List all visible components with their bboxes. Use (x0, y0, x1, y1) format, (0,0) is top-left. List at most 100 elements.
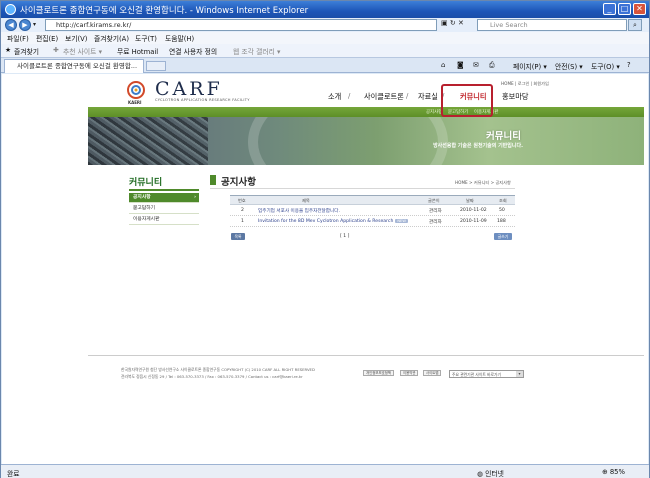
add-favorites-icon[interactable]: ✚ (53, 46, 59, 54)
title-divider (210, 188, 515, 189)
cmd-tools[interactable]: 도구(O) ▾ (591, 61, 620, 71)
cell-hits: 188 (497, 219, 506, 224)
close-button[interactable]: ✕ (633, 3, 646, 15)
col-number: 번호 (238, 198, 246, 203)
lnb-title: 커뮤니티 (129, 178, 163, 188)
menu-edit[interactable]: 편집(E) (36, 33, 58, 43)
table-row[interactable]: 2 입주기업 서포사 이용을 입주자전달합니다. 관리자 2010-11-02 … (230, 206, 515, 216)
lnb-item-label: 이용자게시판 (133, 217, 160, 222)
status-bar: 완료 ◍ 인터넷 ⊕ 85% (1, 464, 649, 478)
site-logo[interactable]: CARF CYCLOTRON APPLICATION RESEARCH FACI… (125, 78, 249, 105)
search-icon[interactable]: ⌕ (628, 19, 642, 31)
security-zone-label: 인터넷 (485, 470, 504, 478)
cell-writer: 관리자 (429, 220, 442, 225)
col-writer: 글쓴이 (428, 198, 440, 203)
footer-address-line1: 한국원자력연구원 첨단 방사선연구소 사이클로트론 종합연구동 COPYRIGH… (121, 367, 315, 372)
page-viewport: CARF CYCLOTRON APPLICATION RESEARCH FACI… (2, 74, 648, 464)
menu-view[interactable]: 보기(V) (65, 33, 87, 43)
table-row[interactable]: 1 Invitation for the 8D Mev Cyclotron Ap… (230, 217, 515, 227)
list-button[interactable]: 목록 (231, 233, 245, 240)
lnb-item-notice[interactable]: 공지사항 › (129, 193, 199, 203)
logo-subtitle: CYCLOTRON APPLICATION RESEARCH FACILITY (155, 98, 250, 102)
status-text: 완료 (7, 470, 20, 478)
menu-bar: 파일(F) 편집(E) 보기(V) 즐겨찾기(A) 도구(T) 도움말(H) (1, 32, 649, 44)
cell-subject[interactable]: 입주기업 서포사 이용을 입주자전달합니다. (258, 208, 340, 214)
forward-icon[interactable]: ▶ (19, 19, 31, 31)
zoom-level[interactable]: ⊕ 85% (602, 468, 625, 476)
sub-nav: 공지사항 묻고답하기 이용자게시판 (88, 107, 644, 117)
address-bar-row: ◀ ▶ ▾ http://carf.kirams.re.kr/ ▣ ↻ ✕ Li… (1, 18, 649, 32)
menu-favorites[interactable]: 즐겨찾기(A) (94, 33, 129, 43)
cell-number: 1 (241, 219, 244, 224)
lnb-divider (129, 189, 199, 191)
stop-icon[interactable]: ✕ (458, 19, 464, 27)
utility-links[interactable]: HOME | 로그인 | 회원가입 (501, 81, 549, 87)
help-icon[interactable]: ? (627, 61, 631, 69)
tab-carf[interactable]: 사이클로트론 종합연구동에 오신걸 환영합... (4, 59, 144, 73)
fav-hotmail[interactable]: 무료 Hotmail (117, 46, 158, 56)
favorites-button[interactable]: 즐겨찾기 (14, 46, 39, 56)
write-button[interactable]: 글쓰기 (494, 233, 512, 240)
new-tab-button[interactable] (146, 61, 166, 71)
lnb-item-label: 공지사항 (133, 195, 151, 200)
privacy-policy-button[interactable]: 개인정보보호정책 (363, 370, 394, 376)
footer-divider (88, 355, 644, 356)
logo-org: KAERI (128, 100, 142, 105)
feeds-icon[interactable]: ◙ (457, 61, 464, 69)
back-icon[interactable]: ◀ (5, 19, 17, 31)
gnb-archive[interactable]: 자료실 (418, 92, 438, 102)
fav-webslice[interactable]: 웹 조각 갤러리 ▾ (233, 46, 280, 56)
carf-logo-mark-icon (127, 81, 145, 99)
gnb-cyclotron[interactable]: 사이클로트론 (364, 92, 404, 102)
menu-help[interactable]: 도움말(H) (165, 33, 194, 43)
family-site-select[interactable]: 주요 관련기관 사이트 바로가기 ▾ (449, 370, 524, 378)
lnb-item-userboard[interactable]: 이용자게시판 (129, 215, 199, 225)
col-hits: 조회 (499, 198, 507, 203)
menu-file[interactable]: 파일(F) (7, 33, 29, 43)
print-icon[interactable]: ⎙ (489, 61, 494, 70)
lnb-item-qna[interactable]: 묻고답하기 (129, 204, 199, 214)
gnb-pr[interactable]: 홍보마당 (502, 92, 528, 102)
cell-subject[interactable]: Invitation for the 8D Mev Cyclotron Appl… (258, 219, 408, 224)
hero-banner: 커뮤니티 방사선융합 기술은 원천기술의 기반입니다. (88, 117, 644, 165)
subnav-notice[interactable]: 공지사항 (426, 109, 442, 115)
cell-hits: 50 (499, 208, 505, 213)
terms-button[interactable]: 이용약관 (400, 370, 419, 376)
refresh-icon[interactable]: ↻ (450, 19, 456, 27)
favorites-star-icon[interactable]: ★ (5, 46, 11, 54)
address-input[interactable]: http://carf.kirams.re.kr/ (45, 19, 437, 31)
hero-title: 커뮤니티 (486, 131, 521, 142)
gnb-sep: / (406, 92, 409, 100)
gnb-intro[interactable]: 소개 (328, 92, 341, 102)
compat-view-icon[interactable]: ▣ (441, 19, 448, 27)
hero-decoration (248, 117, 448, 165)
cell-writer: 관리자 (429, 209, 442, 214)
chevron-right-icon: › (194, 195, 196, 200)
active-menu-highlight (441, 84, 493, 117)
fav-suggested[interactable]: 추천 사이트 ▾ (63, 46, 102, 56)
cmd-page[interactable]: 페이지(P) ▾ (513, 61, 547, 71)
favorites-bar: ★ 즐겨찾기 ✚ 추천 사이트 ▾ 무료 Hotmail 연결 사용자 정의 웹… (1, 44, 649, 58)
footer-address-line2: 전라북도 정읍시 신정동 29 / Tel : 063-570-3373 / F… (121, 374, 303, 379)
zoom-value: 85% (609, 468, 625, 476)
maximize-button[interactable]: □ (618, 3, 631, 15)
mail-icon[interactable]: ✉ (473, 61, 479, 69)
menu-tools[interactable]: 도구(T) (135, 33, 157, 43)
security-zone[interactable]: ◍ 인터넷 (477, 468, 504, 478)
fav-customize[interactable]: 연결 사용자 정의 (169, 46, 217, 56)
minimize-button[interactable]: _ (603, 3, 616, 15)
col-subject: 제목 (302, 198, 310, 203)
new-badge: NEW (395, 219, 408, 223)
search-input[interactable]: Live Search (477, 19, 627, 31)
chevron-down-icon: ▾ (516, 371, 523, 377)
breadcrumb: HOME > 커뮤니티 > 공지사항 (455, 180, 511, 185)
cmd-safety[interactable]: 안전(S) ▾ (555, 61, 583, 71)
history-dropdown-icon[interactable]: ▾ (33, 21, 36, 28)
home-icon[interactable]: ⌂ (441, 61, 445, 69)
sitemap-button[interactable]: 사이트맵 (423, 370, 442, 376)
cell-date: 2010-11-09 (460, 219, 487, 224)
zoom-icon: ⊕ (602, 468, 610, 476)
window-title: 사이클로트론 종합연구동에 오신걸 환영합니다. - Windows Inter… (20, 6, 309, 16)
ie-logo-icon (5, 4, 16, 15)
pagination[interactable]: [ 1 ] (340, 234, 349, 239)
